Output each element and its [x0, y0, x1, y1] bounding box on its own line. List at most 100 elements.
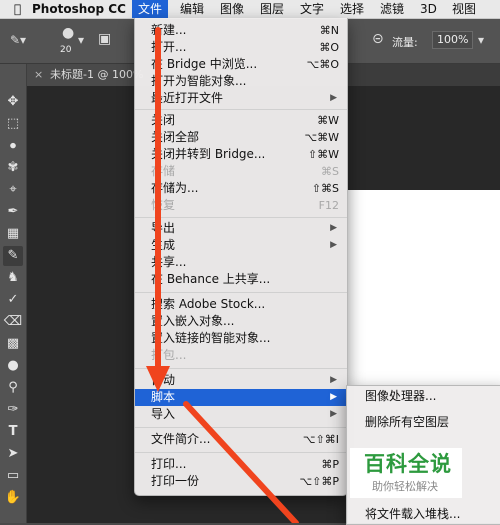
- menu-item-open-recent[interactable]: 最近打开文件 ▶: [135, 90, 347, 107]
- menu-item-save-as[interactable]: 存储为... ⇧⌘S: [135, 180, 347, 197]
- menu-item-file-info[interactable]: 文件简介... ⌥⇧⌘I: [135, 431, 347, 448]
- menu-view[interactable]: 视图: [446, 0, 482, 18]
- menu-type[interactable]: 文字: [294, 0, 330, 18]
- pen-tool-icon[interactable]: ✑: [3, 400, 23, 420]
- menu-item-label: 脚本: [151, 390, 176, 404]
- gradient-tool-icon[interactable]: ▩: [3, 334, 23, 354]
- move-tool-icon[interactable]: ✥: [3, 92, 23, 112]
- menu-item-label: 存储为...: [151, 181, 199, 195]
- menu-item-open[interactable]: 打开... ⌘O: [135, 39, 347, 56]
- menu-item-label: 打开为智能对象...: [151, 74, 247, 88]
- menu-item-share[interactable]: 共享...: [135, 254, 347, 271]
- brush-tip-icon[interactable]: ●: [62, 25, 74, 41]
- menu-item-close[interactable]: 关闭 ⌘W: [135, 112, 347, 129]
- menu-select[interactable]: 选择: [334, 0, 370, 18]
- menu-item-export[interactable]: 导出 ▶: [135, 220, 347, 237]
- brush-size-value: 20: [60, 45, 72, 55]
- apple-icon[interactable]: : [8, 0, 27, 18]
- menu-item-import[interactable]: 导入 ▶: [135, 406, 347, 423]
- path-select-tool-icon[interactable]: ➤: [3, 444, 23, 464]
- dodge-tool-icon[interactable]: ⚲: [3, 378, 23, 398]
- menu-layer[interactable]: 图层: [254, 0, 290, 18]
- menu-file[interactable]: 文件: [132, 0, 169, 18]
- chevron-down-icon[interactable]: ▾: [478, 33, 484, 47]
- blur-tool-icon[interactable]: ●: [3, 356, 23, 376]
- menu-photoshop[interactable]: Photoshop CC: [26, 0, 132, 18]
- document-tab-title: 未标题-1 @ 100%: [50, 68, 144, 81]
- crop-tool-icon[interactable]: ⌖: [3, 180, 23, 200]
- menu-item-print-one-copy[interactable]: 打印一份 ⌥⇧⌘P: [135, 473, 347, 490]
- menu-item-search-adobe-stock[interactable]: 搜索 Adobe Stock...: [135, 296, 347, 313]
- menu-edit[interactable]: 编辑: [174, 0, 210, 18]
- menu-item-shortcut: ⇧⌘S: [311, 182, 339, 195]
- marquee-tool-icon[interactable]: ⬚: [3, 114, 23, 134]
- menu-separator: [135, 109, 347, 110]
- stamp-tool-icon[interactable]: ♞: [3, 268, 23, 288]
- menu-filter[interactable]: 滤镜: [374, 0, 410, 18]
- close-icon[interactable]: ×: [34, 64, 43, 86]
- menu-item-share-on-behance[interactable]: 在 Behance 上共享...: [135, 271, 347, 288]
- menu-item-revert: 恢复 F12: [135, 197, 347, 214]
- menu-item-scripts[interactable]: 脚本 ▶: [135, 389, 347, 406]
- menu-item-browse-in-bridge[interactable]: 在 Bridge 中浏览... ⌥⌘O: [135, 56, 347, 73]
- eyedropper-tool-icon[interactable]: ✒: [3, 202, 23, 222]
- menu-item-close-and-go-to-bridge[interactable]: 关闭并转到 Bridge... ⇧⌘W: [135, 146, 347, 163]
- menu-item-open-as-smart-object[interactable]: 打开为智能对象...: [135, 73, 347, 90]
- submenu-item-delete-empty-layers[interactable]: 删除所有空图层: [347, 412, 500, 432]
- menu-item-print[interactable]: 打印... ⌘P: [135, 456, 347, 473]
- submenu-arrow-icon: ▶: [330, 223, 337, 233]
- menu-item-shortcut: ⇧⌘W: [307, 148, 339, 161]
- lasso-tool-icon[interactable]: ⦁: [3, 136, 23, 156]
- menu-3d[interactable]: 3D: [414, 0, 443, 18]
- watermark-logo: 百科全说 助你轻松解决: [350, 448, 462, 498]
- brush-tool-icon[interactable]: ✎: [3, 246, 23, 266]
- brush-preset-icon[interactable]: ✎▾: [10, 33, 26, 47]
- menu-item-shortcut: ⌘N: [319, 24, 339, 37]
- menu-item-generate[interactable]: 生成 ▶: [135, 237, 347, 254]
- menu-item-shortcut: ⌥⇧⌘I: [302, 433, 339, 446]
- flow-input[interactable]: 100%: [432, 31, 474, 49]
- menu-item-label: 共享...: [151, 255, 187, 269]
- menu-item-label: 搜索 Adobe Stock...: [151, 297, 266, 311]
- menu-item-label: 关闭全部: [151, 130, 200, 144]
- brush-panel-icon[interactable]: ▣: [98, 31, 111, 47]
- menu-separator: [135, 217, 347, 218]
- watermark-subtitle: 助你轻松解决: [372, 480, 438, 493]
- menu-item-label: 导入: [151, 407, 176, 421]
- menu-item-close-all[interactable]: 关闭全部 ⌥⌘W: [135, 129, 347, 146]
- hand-tool-icon[interactable]: ✋: [3, 488, 23, 508]
- menu-item-shortcut: ⌥⇧⌘P: [299, 475, 339, 488]
- history-brush-tool-icon[interactable]: ✓: [3, 290, 23, 310]
- menu-item-label: 在 Behance 上共享...: [151, 272, 271, 286]
- shape-tool-icon[interactable]: ▭: [3, 466, 23, 486]
- menu-item-label: 关闭并转到 Bridge...: [151, 147, 266, 161]
- menu-item-new[interactable]: 新建... ⌘N: [135, 22, 347, 39]
- menu-item-label: 打包...: [151, 348, 187, 362]
- menu-item-shortcut: ⌥⌘O: [306, 58, 339, 71]
- type-tool-icon[interactable]: T: [3, 422, 23, 442]
- menu-item-place-embedded[interactable]: 置入嵌入对象...: [135, 313, 347, 330]
- submenu-arrow-icon: ▶: [330, 240, 337, 250]
- pressure-opacity-icon[interactable]: ⊝: [372, 31, 384, 47]
- menu-image[interactable]: 图像: [214, 0, 250, 18]
- quick-select-tool-icon[interactable]: ✾: [3, 158, 23, 178]
- menu-item-shortcut: ⌘W: [317, 114, 339, 127]
- menu-item-label: 导出: [151, 221, 176, 235]
- menu-item-label: 最近打开文件: [151, 91, 224, 105]
- submenu-item-load-files-into-stack[interactable]: 将文件载入堆栈...: [347, 504, 500, 524]
- eraser-tool-icon[interactable]: ⌫: [3, 312, 23, 332]
- menu-item-place-linked[interactable]: 置入链接的智能对象...: [135, 330, 347, 347]
- document-tab[interactable]: × 未标题-1 @ 100%: [28, 64, 148, 86]
- menu-item-package: 打包...: [135, 347, 347, 364]
- toolbox: ✥ ⬚ ⦁ ✾ ⌖ ✒ ▦ ✎ ♞ ✓ ⌫ ▩ ● ⚲ ✑ T ➤ ▭ ✋: [0, 64, 27, 523]
- submenu-arrow-icon: ▶: [330, 392, 337, 402]
- menu-item-label: 打开...: [151, 40, 187, 54]
- menu-item-label: 在 Bridge 中浏览...: [151, 57, 258, 71]
- submenu-item-image-processor[interactable]: 图像处理器...: [347, 386, 500, 406]
- chevron-down-icon[interactable]: ▾: [78, 33, 84, 47]
- menu-item-label: 恢复: [151, 198, 176, 212]
- menu-item-label: 打印...: [151, 457, 187, 471]
- menu-item-label: 文件简介...: [151, 432, 211, 446]
- healing-brush-tool-icon[interactable]: ▦: [3, 224, 23, 244]
- menu-item-automate[interactable]: 自动 ▶: [135, 372, 347, 389]
